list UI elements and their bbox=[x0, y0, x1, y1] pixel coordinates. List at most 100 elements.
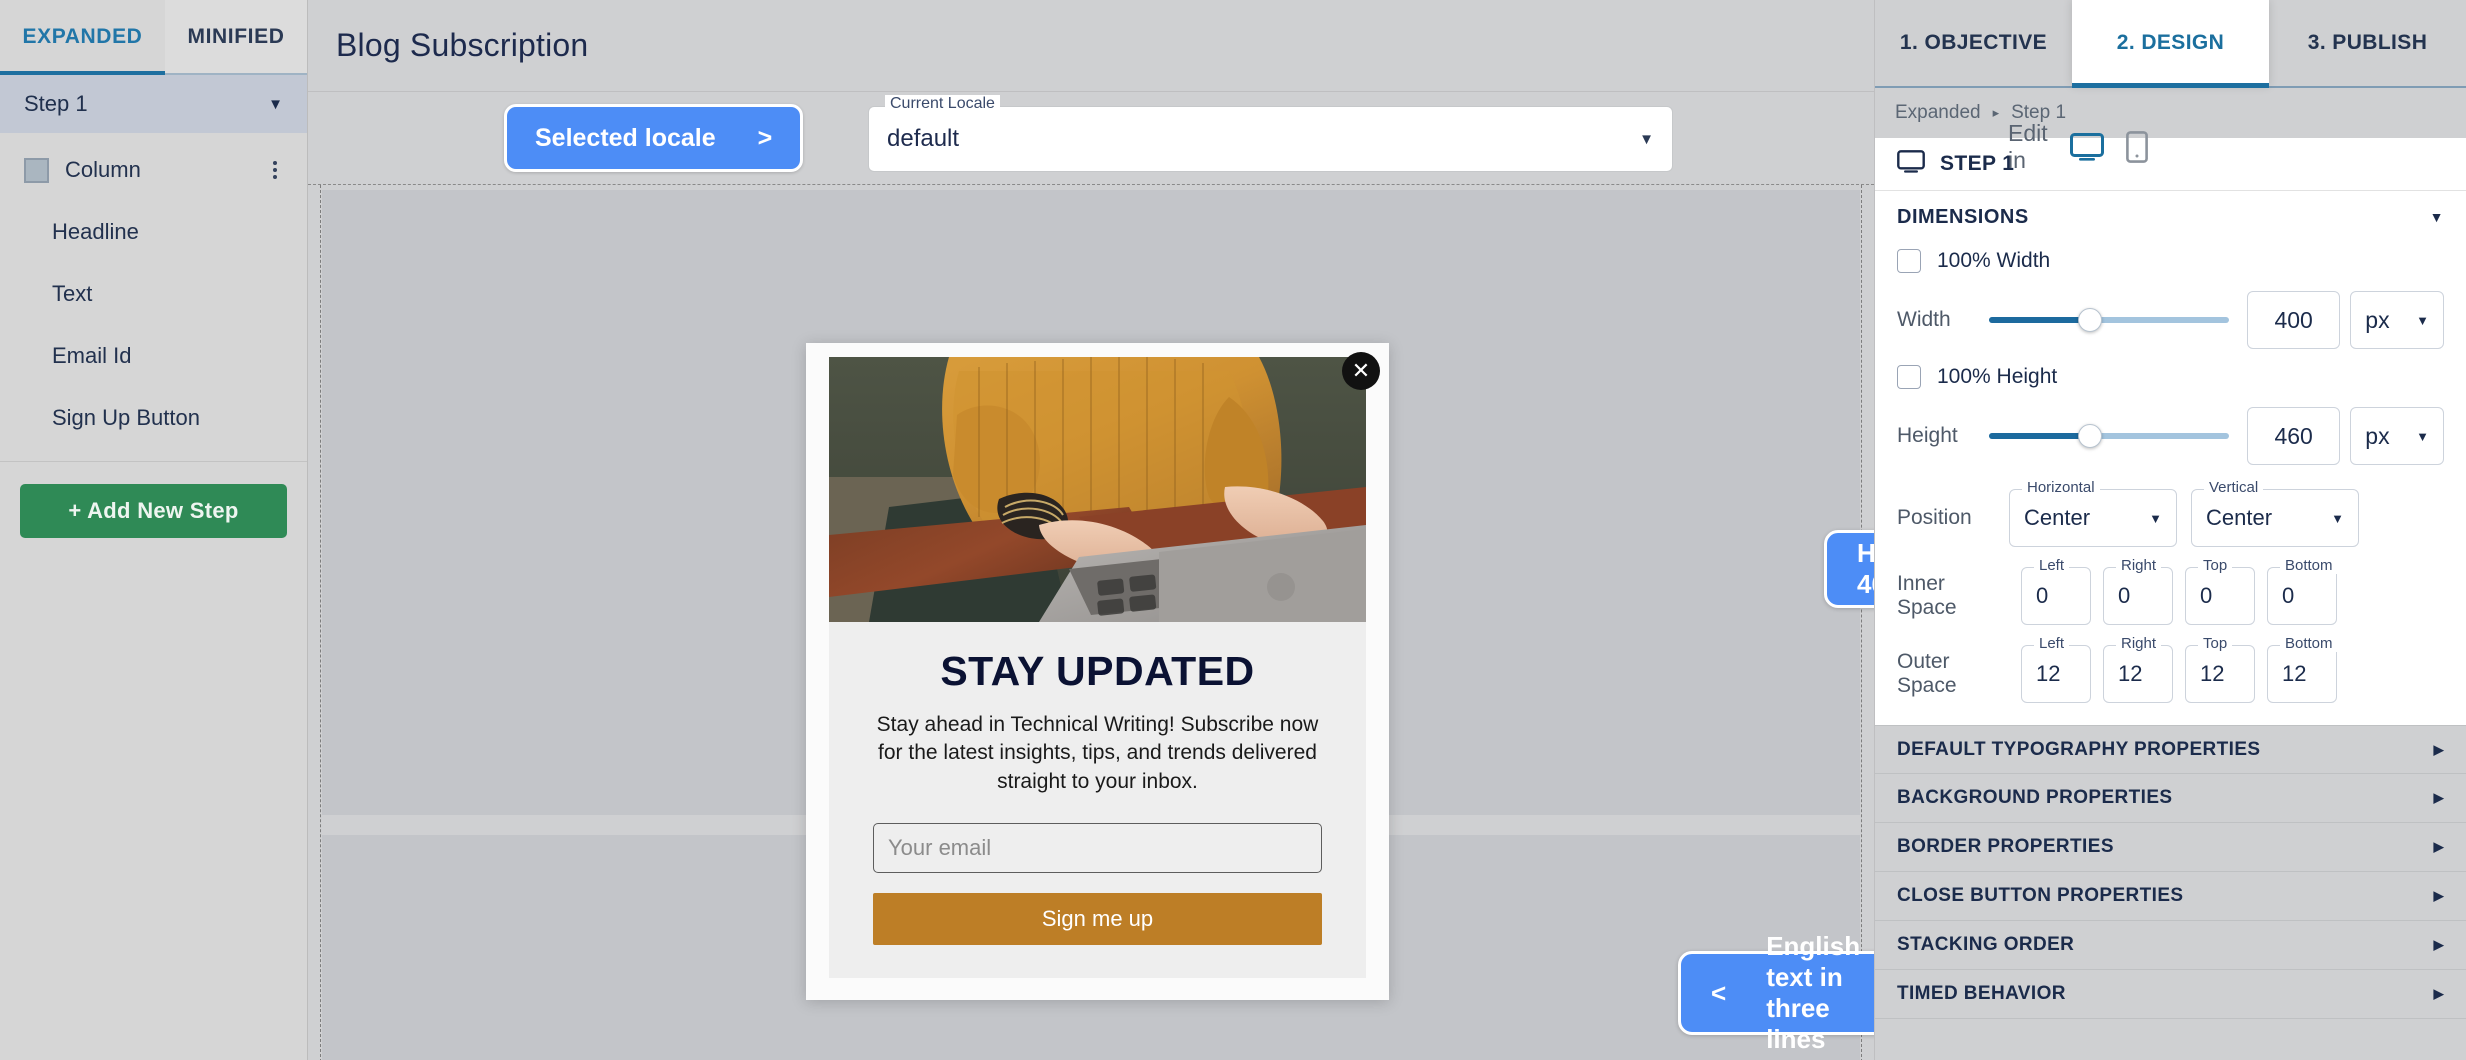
section-label: CLOSE BUTTON PROPERTIES bbox=[1897, 885, 2184, 906]
add-new-step-button[interactable]: + Add New Step bbox=[20, 484, 287, 538]
tab-publish[interactable]: 3. PUBLISH bbox=[2269, 0, 2466, 86]
close-x-icon[interactable]: ✕ bbox=[1342, 352, 1380, 390]
email-input[interactable] bbox=[873, 823, 1322, 874]
desktop-monitor-icon[interactable] bbox=[2069, 133, 2104, 161]
height-row: Height 460 px ▼ bbox=[1875, 397, 2466, 475]
inner-space-fields: Left 0 Right 0 Top 0 Bottom 0 bbox=[2009, 557, 2338, 625]
tree-item-column[interactable]: Column bbox=[0, 139, 307, 201]
tab-expanded-label: EXPANDED bbox=[22, 24, 143, 48]
height-callout[interactable]: Height: 460 px > bbox=[1824, 530, 1874, 608]
height-value-input[interactable]: 460 bbox=[2247, 407, 2341, 465]
section-close-button-properties[interactable]: CLOSE BUTTON PROPERTIES ▶ bbox=[1875, 872, 2466, 921]
outer-space-bottom[interactable]: Bottom 12 bbox=[2267, 635, 2338, 703]
full-width-checkbox[interactable] bbox=[1897, 249, 1921, 273]
inner-space-bottom[interactable]: Bottom 0 bbox=[2267, 557, 2338, 625]
section-stacking-order[interactable]: STACKING ORDER ▶ bbox=[1875, 921, 2466, 970]
section-timed-behavior[interactable]: TIMED BEHAVIOR ▶ bbox=[1875, 970, 2466, 1019]
selected-locale-callout[interactable]: Selected locale > bbox=[504, 104, 804, 172]
position-vertical-legend: Vertical bbox=[2204, 479, 2264, 496]
width-unit-select[interactable]: px ▼ bbox=[2350, 291, 2444, 349]
section-background-properties[interactable]: BACKGROUND PROPERTIES ▶ bbox=[1875, 774, 2466, 823]
tab-minified[interactable]: MINIFIED bbox=[164, 0, 307, 73]
tab-design[interactable]: 2. DESIGN bbox=[2072, 0, 2269, 86]
left-sidebar: EXPANDED MINIFIED Step 1 ▼ Column Headli… bbox=[0, 0, 308, 1060]
page-title: Blog Subscription bbox=[336, 27, 589, 63]
position-row: Position Horizontal Center ▼ Vertical Ce… bbox=[1875, 475, 2466, 551]
full-width-label: 100% Width bbox=[1937, 249, 2051, 272]
tree-item-text[interactable]: Text bbox=[0, 263, 307, 325]
width-row: Width 400 px ▼ bbox=[1875, 281, 2466, 359]
section-label: BACKGROUND PROPERTIES bbox=[1897, 787, 2173, 808]
wizard-tabs: 1. OBJECTIVE 2. DESIGN 3. PUBLISH bbox=[1875, 0, 2466, 88]
current-locale-legend: Current Locale bbox=[885, 95, 1000, 113]
section-border-properties[interactable]: BORDER PROPERTIES ▶ bbox=[1875, 823, 2466, 872]
tree-item-sign-up-button[interactable]: Sign Up Button bbox=[0, 387, 307, 449]
chevron-left-icon: < bbox=[1711, 977, 1727, 1008]
width-slider[interactable] bbox=[1989, 308, 2229, 332]
chevron-right-icon: ▶ bbox=[2433, 839, 2444, 854]
height-slider-knob[interactable] bbox=[2077, 424, 2102, 448]
tab-expanded[interactable]: EXPANDED bbox=[0, 0, 165, 75]
breadcrumb: Expanded ▸ Step 1 bbox=[1875, 88, 2466, 138]
text-lines-callout[interactable]: < English text in three lines bbox=[1678, 931, 1874, 1054]
tree-item-headline[interactable]: Headline bbox=[0, 201, 307, 263]
width-unit-value: px bbox=[2365, 306, 2390, 333]
outer-space-right-value: 12 bbox=[2118, 661, 2143, 686]
position-vertical-value: Center bbox=[2206, 505, 2273, 530]
full-height-checkbox[interactable] bbox=[1897, 365, 1921, 389]
width-slider-knob[interactable] bbox=[2077, 308, 2102, 332]
inner-space-top-value: 0 bbox=[2200, 583, 2213, 608]
dimensions-section-header[interactable]: DIMENSIONS ▼ bbox=[1875, 191, 2466, 243]
section-label: TIMED BEHAVIOR bbox=[1897, 983, 2066, 1004]
tree-item-email-id[interactable]: Email Id bbox=[0, 325, 307, 387]
width-slider-fill bbox=[1989, 317, 2090, 323]
chevron-down-icon: ▼ bbox=[2416, 312, 2429, 328]
add-step-wrapper: + Add New Step bbox=[0, 462, 307, 538]
inner-space-left[interactable]: Left 0 bbox=[2021, 557, 2091, 625]
position-label: Position bbox=[1897, 506, 1972, 529]
full-height-label: 100% Height bbox=[1937, 365, 2058, 388]
width-label: Width bbox=[1897, 308, 1951, 331]
outer-space-left[interactable]: Left 12 bbox=[2021, 635, 2091, 703]
current-locale-select[interactable]: Current Locale default ▼ bbox=[868, 95, 1673, 172]
height-callout-label: Height: 460 px bbox=[1857, 538, 1874, 599]
inner-space-top-legend: Top bbox=[2198, 557, 2233, 574]
dimensions-title: DIMENSIONS bbox=[1897, 205, 2029, 228]
outer-space-label: Outer Space bbox=[1897, 650, 1957, 697]
sign-me-up-button[interactable]: Sign me up bbox=[873, 893, 1322, 946]
tab-minified-label: MINIFIED bbox=[187, 24, 285, 48]
width-value-input[interactable]: 400 bbox=[2247, 291, 2341, 349]
popup-preview[interactable]: ✕ STAY UPDATED Stay ahead in Technical W… bbox=[806, 343, 1389, 1000]
breadcrumb-separator-icon: ▸ bbox=[1992, 105, 2000, 120]
edit-in-label: Edit in bbox=[2008, 120, 2048, 173]
inner-space-right[interactable]: Right 0 bbox=[2103, 557, 2173, 625]
height-unit-select[interactable]: px ▼ bbox=[2350, 407, 2444, 465]
step-header-title: STEP 1 bbox=[1940, 152, 2015, 175]
inner-space-left-value: 0 bbox=[2036, 583, 2049, 608]
sidebar-tabs: EXPANDED MINIFIED bbox=[0, 0, 307, 75]
column-swatch-icon bbox=[24, 157, 49, 183]
inner-space-row: Inner Space Left 0 Right 0 Top 0 Bottom … bbox=[1875, 551, 2466, 629]
chevron-down-icon: ▼ bbox=[2416, 428, 2429, 444]
breadcrumb-root[interactable]: Expanded bbox=[1895, 102, 1981, 124]
position-horizontal-legend: Horizontal bbox=[2022, 479, 2100, 496]
selected-locale-callout-label: Selected locale bbox=[535, 123, 716, 152]
chevron-down-icon: ▼ bbox=[1639, 130, 1654, 148]
tree-item-label: Email Id bbox=[52, 343, 132, 368]
outer-space-right[interactable]: Right 12 bbox=[2103, 635, 2173, 703]
step-selector[interactable]: Step 1 ▼ bbox=[0, 75, 307, 133]
text-lines-callout-label: English text in three lines bbox=[1766, 931, 1861, 1054]
popup-hero-image bbox=[829, 357, 1366, 622]
kebab-icon[interactable] bbox=[267, 155, 283, 185]
mobile-phone-icon[interactable] bbox=[2125, 131, 2148, 163]
outer-space-top[interactable]: Top 12 bbox=[2185, 635, 2255, 703]
chevron-down-icon: ▼ bbox=[2149, 510, 2162, 526]
section-default-typography-properties[interactable]: DEFAULT TYPOGRAPHY PROPERTIES ▶ bbox=[1875, 725, 2466, 774]
position-vertical-select[interactable]: Vertical Center ▼ bbox=[2191, 479, 2359, 547]
tab-objective[interactable]: 1. OBJECTIVE bbox=[1875, 0, 2072, 86]
height-slider[interactable] bbox=[1989, 424, 2229, 448]
full-width-row: 100% Width bbox=[1875, 243, 2466, 281]
inner-space-top[interactable]: Top 0 bbox=[2185, 557, 2255, 625]
section-label: BORDER PROPERTIES bbox=[1897, 836, 2114, 857]
position-horizontal-select[interactable]: Horizontal Center ▼ bbox=[2009, 479, 2177, 547]
